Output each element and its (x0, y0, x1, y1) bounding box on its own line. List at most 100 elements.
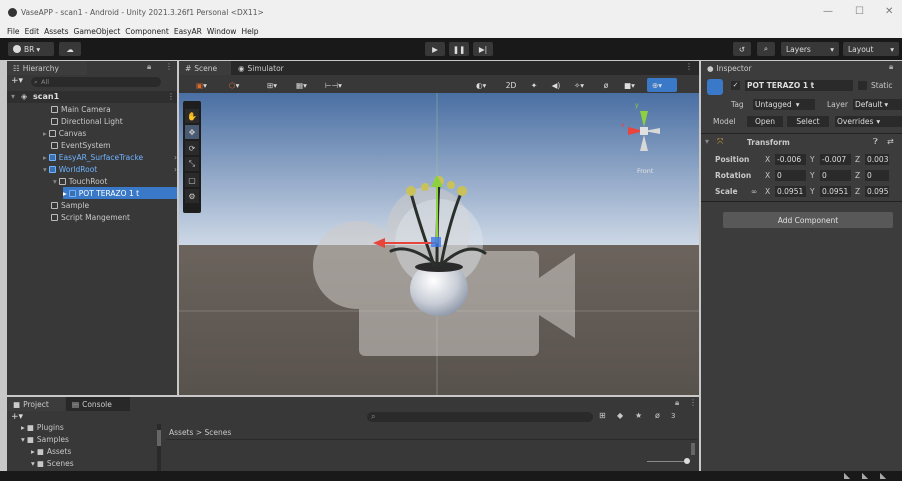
tab-project[interactable]: ■ Project (7, 397, 65, 411)
maximize-button[interactable]: ☐ (855, 6, 864, 17)
position-y-field[interactable]: -0.007 (820, 153, 851, 165)
hierarchy-item[interactable]: Script Mangement (51, 211, 130, 223)
menu-help[interactable]: Help (241, 27, 258, 36)
transform-tool-icon[interactable]: ⚙ (185, 189, 199, 203)
menu-gameobject[interactable]: GameObject (74, 27, 121, 36)
content-scrollbar[interactable] (691, 443, 695, 455)
menu-edit[interactable]: Edit (25, 27, 40, 36)
add-object-button[interactable]: +▾ (11, 76, 23, 86)
select-button[interactable]: Select (787, 116, 829, 127)
object-name-field[interactable]: POT TERAZO 1 t (745, 80, 853, 91)
bookmark-icon[interactable]: ★ (635, 411, 642, 420)
hierarchy-item[interactable]: ▸ Canvas (43, 127, 86, 139)
shading-dropdown[interactable]: ◐ ▾ (471, 78, 497, 92)
overrides-dropdown[interactable]: Overrides ▾ (835, 116, 902, 127)
move-tool-icon[interactable]: ✥ (185, 125, 199, 139)
project-tree-item[interactable]: ▾ ■ Scenes (31, 457, 74, 469)
menu-component[interactable]: Component (125, 27, 169, 36)
account-button[interactable]: BR ▾ (8, 42, 54, 56)
layers-dropdown[interactable]: Layers ▾ (781, 42, 839, 56)
menu-assets[interactable]: Assets (44, 27, 68, 36)
play-button[interactable]: ▶ (425, 42, 445, 56)
scene-viewport[interactable]: y x Front ✋ ✥ ⟳ ⤡ ▢ ⚙ (179, 93, 699, 395)
search-button[interactable]: ⌕ (757, 42, 775, 56)
draw-mode-dropdown[interactable]: ▣ ▾ (191, 78, 221, 92)
tab-simulator[interactable]: ◉ Simulator (232, 61, 300, 75)
tag-dropdown[interactable]: Untagged ▾ (753, 99, 815, 110)
lock-icon[interactable]: 🔒︎ (147, 62, 151, 72)
settings-icon[interactable]: ⇄ (887, 137, 894, 146)
minimize-button[interactable]: — (823, 6, 833, 17)
layout-dropdown[interactable]: Layout ▾ (843, 42, 899, 56)
active-checkbox[interactable]: ✓ (731, 81, 740, 90)
more-options-icon[interactable]: ⋮ (165, 62, 173, 71)
menu-window[interactable]: Window (207, 27, 237, 36)
lock-icon[interactable]: 🔒︎ (889, 62, 893, 72)
tab-scene[interactable]: # Scene (179, 61, 231, 75)
step-button[interactable]: ▶| (473, 42, 493, 56)
more-options-icon[interactable]: ⋮ (689, 398, 697, 407)
link-icon[interactable]: ∞ (751, 187, 765, 196)
position-x-field[interactable]: -0.006 (775, 153, 806, 165)
add-component-button[interactable]: Add Component (723, 212, 893, 228)
scale-x-field[interactable]: 0.0951 (775, 185, 806, 197)
tab-hierarchy[interactable]: ☷ Hierarchy (7, 61, 87, 75)
filter-label-icon[interactable]: ◆ (617, 411, 623, 420)
hierarchy-item[interactable]: EventSystem (51, 139, 110, 151)
hierarchy-item[interactable]: ▾ TouchRoot (53, 175, 107, 187)
progress-icon[interactable]: ◣ (844, 471, 850, 480)
project-tree-item[interactable]: ▸ ■ Plugins (21, 421, 64, 433)
hidden-count-icon[interactable]: ø (655, 411, 660, 420)
notifications-icon[interactable]: ◣ (880, 471, 886, 480)
static-checkbox[interactable] (858, 81, 867, 90)
project-tree-item[interactable]: ▾ ■ Samples (21, 433, 69, 445)
hierarchy-item[interactable]: Sample (51, 199, 89, 211)
history-button[interactable]: ↺ (733, 42, 751, 56)
hand-tool-icon[interactable]: ✋ (185, 109, 199, 123)
rotate-tool-icon[interactable]: ⟳ (185, 141, 199, 155)
audio-toggle[interactable]: ◀) (547, 78, 565, 92)
lighting-toggle[interactable]: ✦ (525, 78, 543, 92)
rotation-z-field[interactable]: 0 (865, 169, 889, 181)
rect-tool-icon[interactable]: ▢ (185, 173, 199, 187)
pivot-dropdown[interactable]: ⊞ ▾ (262, 78, 288, 92)
gizmos-dropdown[interactable]: ⊕ ▾ (647, 78, 677, 92)
pause-button[interactable]: ❚❚ (449, 42, 469, 56)
hierarchy-item-selected[interactable]: ▸ POT TERAZO 1 t (63, 187, 177, 199)
scale-z-field[interactable]: 0.095 (865, 185, 889, 197)
hierarchy-item[interactable]: ▸ EasyAR_SurfaceTracke › (43, 151, 177, 163)
hierarchy-item[interactable]: Main Camera (51, 103, 111, 115)
project-tree-item[interactable]: ▸ ■ Assets (31, 445, 71, 457)
rotation-y-field[interactable]: 0 (820, 169, 851, 181)
rotation-x-field[interactable]: 0 (775, 169, 806, 181)
layer-dropdown[interactable]: Default ▾ (853, 99, 902, 110)
zoom-slider[interactable] (647, 458, 690, 464)
more-options-icon[interactable]: ⋮ (167, 92, 175, 101)
hierarchy-item[interactable]: ▾ WorldRoot › (43, 163, 177, 175)
filter-type-icon[interactable]: ⊞ (599, 411, 606, 420)
project-search-input[interactable]: ⌕ (367, 412, 593, 422)
close-button[interactable]: ✕ (885, 6, 893, 17)
grid-dropdown[interactable]: ▦ ▾ (291, 78, 317, 92)
menu-easyar[interactable]: EasyAR (174, 27, 202, 36)
snap-dropdown[interactable]: ⊢⊣ ▾ (320, 78, 350, 92)
menu-file[interactable]: File (7, 27, 20, 36)
gizmo-dropdown[interactable]: ⬡ ▾ (224, 78, 250, 92)
hidden-objects-toggle[interactable]: ø (597, 78, 615, 92)
camera-dropdown[interactable]: ■ ▾ (619, 78, 643, 92)
hierarchy-search-input[interactable]: ⌕ All (31, 77, 161, 87)
tree-scrollbar[interactable] (157, 424, 161, 471)
scale-tool-icon[interactable]: ⤡ (185, 157, 199, 171)
orientation-gizmo[interactable]: y x Front (619, 99, 669, 175)
lock-icon[interactable]: 🔒︎ (675, 398, 679, 408)
tab-console[interactable]: ▤ Console (66, 397, 130, 411)
transform-header[interactable]: ▾ ⤧ Transform ❓︎ ⇄ (701, 135, 902, 149)
effects-dropdown[interactable]: ✧ ▾ (569, 78, 593, 92)
tab-inspector[interactable]: ● Inspector (701, 61, 781, 75)
help-icon[interactable]: ❓︎ (873, 137, 878, 147)
cache-icon[interactable]: ◣ (862, 471, 868, 480)
scale-y-field[interactable]: 0.0951 (820, 185, 851, 197)
position-z-field[interactable]: 0.003 (865, 153, 889, 165)
scene-header-row[interactable]: scan1 ◈ ▾ ⋮ (7, 91, 177, 103)
open-button[interactable]: Open (747, 116, 783, 127)
